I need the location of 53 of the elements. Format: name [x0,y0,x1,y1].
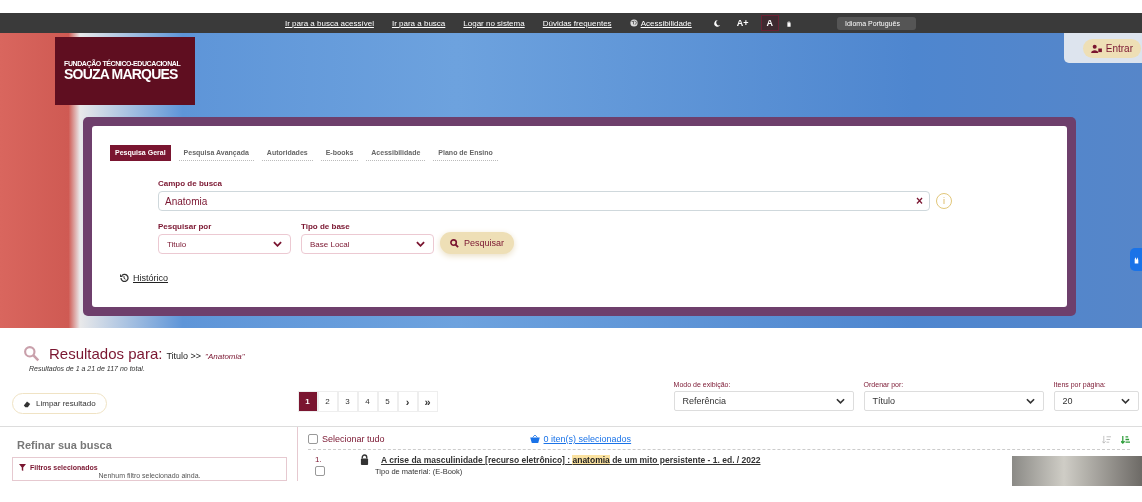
basket-icon [529,435,540,443]
page-button[interactable]: 3 [337,391,358,412]
top-link[interactable]: Ir para a busca [391,18,446,28]
item-checkbox[interactable] [315,466,325,476]
chevron-down-icon [416,241,425,247]
next-page-button[interactable]: › [397,391,418,412]
top-link[interactable]: Logar no sistema [463,18,525,28]
search-field-name: Titulo >> [166,351,202,361]
chevron-down-icon [1120,398,1130,404]
search-button[interactable]: Pesquisar [440,232,515,254]
last-page-button[interactable]: » [417,391,438,412]
result-title-link[interactable]: A crise da masculinidade [recurso eletrônico] : anatomia de um mito persistente - 1. ed. / 2022 [381,454,761,465]
page-button[interactable]: 5 [377,391,398,412]
page-button[interactable]: 2 [317,391,338,412]
dropdown[interactable]: Titulo [158,234,291,254]
clear-results-button[interactable]: Limpar resultado [12,393,107,414]
field-label: Campo de busca [158,179,223,188]
user-lock-icon [1090,43,1102,53]
page-button[interactable]: 4 [357,391,378,412]
select-all-checkbox[interactable]: Selecionar tudo [308,434,385,444]
history-link[interactable]: Histórico [133,273,168,283]
dropdown[interactable]: Base Local [301,234,434,254]
search-field[interactable]: Anatomia × [158,191,930,211]
font-size-button[interactable]: A [760,15,780,31]
top-link[interactable]: Dúvidas frequentes [542,18,612,28]
selected-items-link[interactable]: 0 iten(s) selecionados [529,434,632,444]
clear-button[interactable]: × [916,194,923,208]
dropdown[interactable]: 20 [1053,391,1139,411]
moon-icon[interactable] [712,18,721,28]
result-number: 1. [315,455,323,464]
field-label: Pesquisar por [158,222,213,231]
dropdown[interactable]: Título [863,391,1044,411]
font-size-button[interactable]: A+ [730,15,755,31]
field-label: Tipo de base [301,222,351,231]
lock-icon [360,454,369,465]
login-button[interactable]: Entrar [1082,38,1141,58]
search-query: "Anatomia" [205,352,245,361]
sort-ascending-icon[interactable] [1121,434,1130,444]
filter-icon [19,464,26,471]
chevron-down-icon [1025,398,1035,404]
globe-icon [629,19,638,27]
dropdown[interactable]: Referência [673,391,854,411]
chevron-down-icon [835,398,845,404]
history-icon [119,273,129,283]
top-link[interactable]: Ir para a busca acessível [285,18,374,28]
page-button[interactable]: 1 [297,391,318,412]
chevron-down-icon [273,241,282,247]
search-icon [450,238,459,248]
sidebar-title: Refinar sua busca [16,439,113,451]
accessibility-widget-button[interactable] [1130,248,1142,271]
search-icon [23,345,40,362]
results-heading: Resultados para: [49,345,163,362]
top-link[interactable]: Acessibilidade [629,18,692,28]
